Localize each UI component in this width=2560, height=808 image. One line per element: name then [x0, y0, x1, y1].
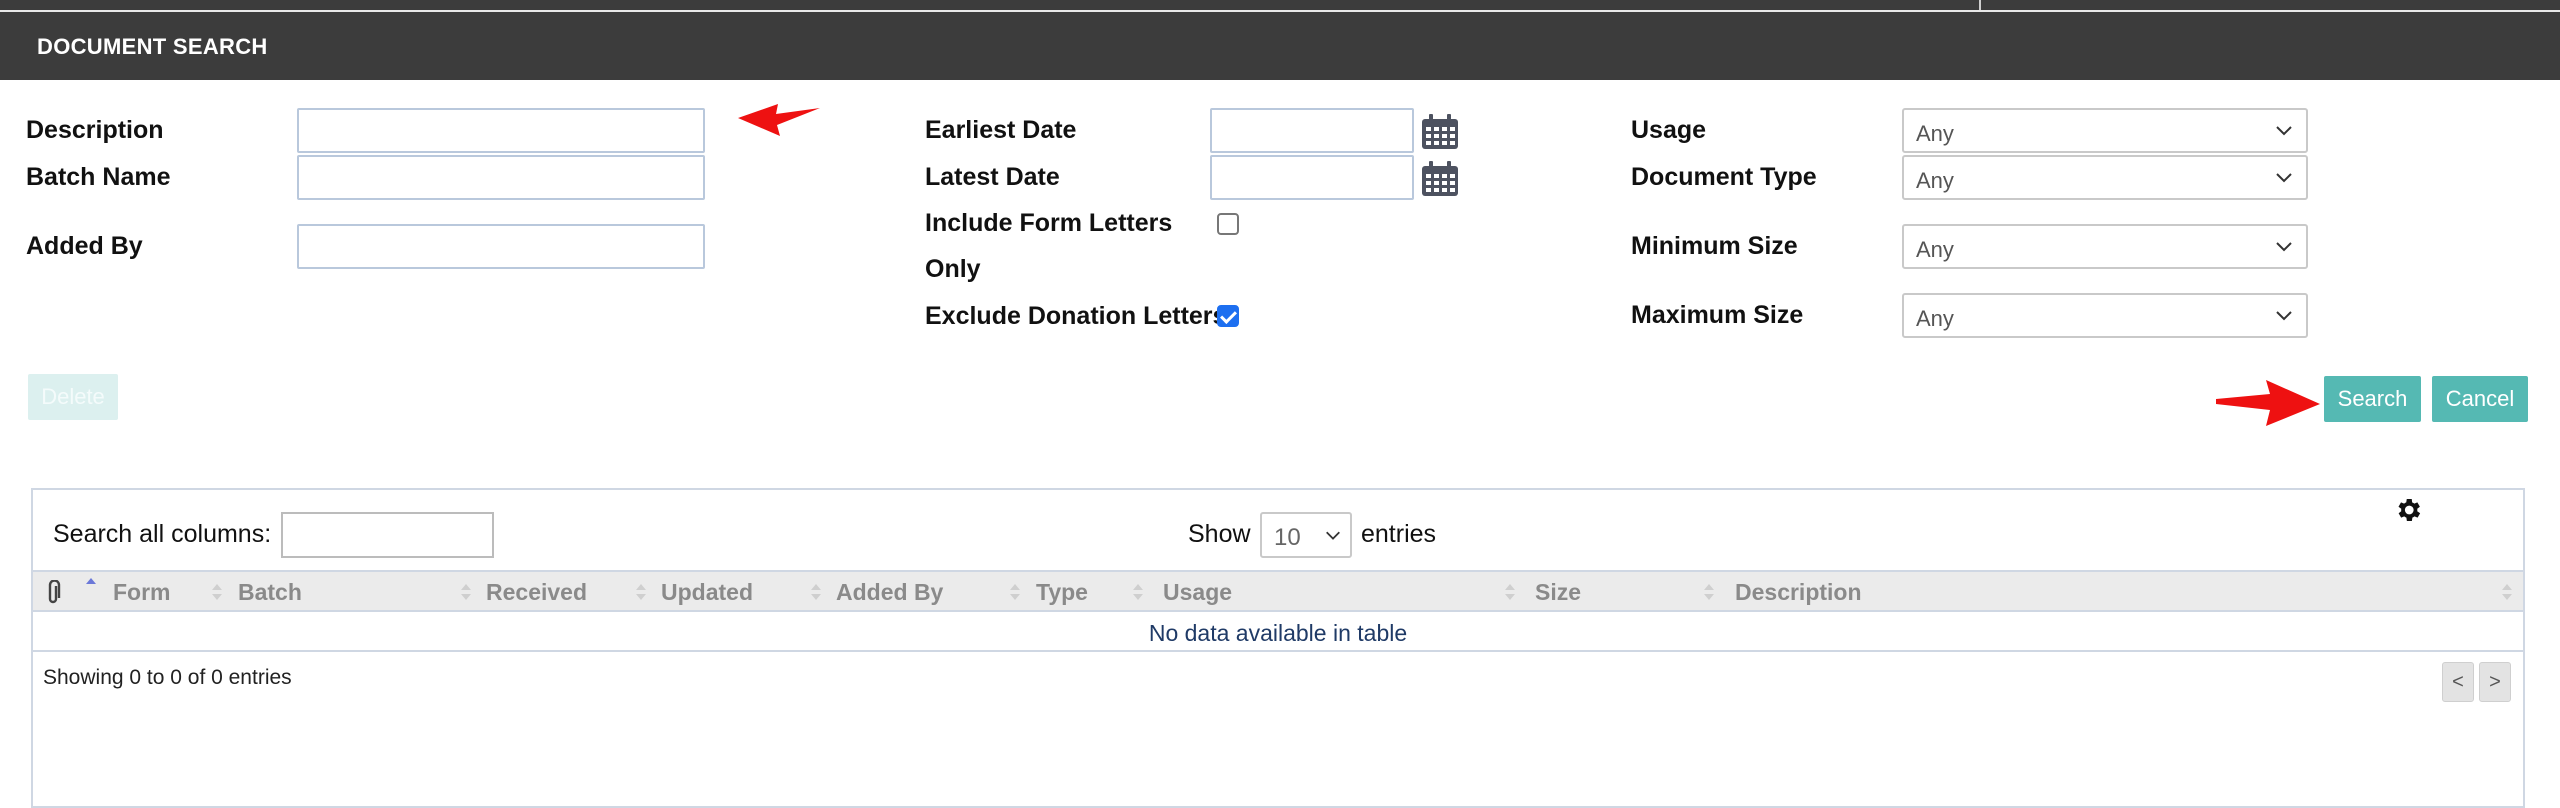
batch-name-label: Batch Name: [26, 163, 171, 191]
sort-icon[interactable]: [810, 581, 822, 603]
paperclip-icon: [48, 580, 61, 604]
table-info: Showing 0 to 0 of 0 entries: [43, 666, 292, 689]
include-form-letters-checkbox[interactable]: [1217, 213, 1239, 235]
description-label: Description: [26, 116, 164, 144]
description-input[interactable]: [297, 108, 705, 153]
sort-icon[interactable]: [1009, 581, 1021, 603]
minimum-size-select-value: Any: [1916, 237, 1954, 262]
next-page-button[interactable]: >: [2479, 662, 2511, 702]
exclude-donation-letters-checkbox[interactable]: [1217, 305, 1239, 327]
chevron-down-icon: [2276, 173, 2292, 183]
added-by-label: Added By: [26, 232, 143, 260]
chevron-down-icon: [1326, 531, 1340, 540]
red-arrow-icon: [738, 104, 820, 136]
calendar-icon[interactable]: [1421, 114, 1459, 150]
batch-name-input[interactable]: [297, 155, 705, 200]
sort-icon[interactable]: [635, 581, 647, 603]
column-header-size[interactable]: Size: [1535, 579, 1581, 606]
column-header-updated[interactable]: Updated: [661, 579, 753, 606]
minimum-size-select[interactable]: Any: [1902, 224, 2308, 269]
maximum-size-select-value: Any: [1916, 306, 1954, 331]
previous-page-button[interactable]: <: [2442, 662, 2474, 702]
maximum-size-label: Maximum Size: [1631, 301, 1804, 329]
sort-icon[interactable]: [211, 581, 223, 603]
column-header-received[interactable]: Received: [486, 579, 587, 606]
usage-select[interactable]: Any: [1902, 108, 2308, 153]
latest-date-input[interactable]: [1210, 155, 1414, 200]
chevron-down-icon: [2276, 311, 2292, 321]
sort-icon[interactable]: [1703, 581, 1715, 603]
entries-label: entries: [1361, 520, 1437, 548]
results-table-panel: Search all columns: Show 10 entries Form…: [31, 488, 2525, 808]
column-header-form[interactable]: Form: [113, 579, 171, 606]
sort-icon[interactable]: [460, 581, 472, 603]
top-strip: [0, 0, 2560, 12]
earliest-date-label: Earliest Date: [925, 116, 1077, 144]
gear-icon[interactable]: [2393, 495, 2423, 525]
added-by-input[interactable]: [297, 224, 705, 269]
page-header: DOCUMENT SEARCH: [0, 12, 2560, 80]
column-header-description[interactable]: Description: [1735, 579, 1862, 606]
sort-icon[interactable]: [2501, 581, 2513, 603]
include-form-letters-label: Include Form Letters: [925, 209, 1173, 237]
show-entries-label: Show: [1188, 520, 1251, 548]
sort-asc-icon[interactable]: [85, 576, 97, 598]
show-entries-value: 10: [1274, 524, 1301, 551]
sort-icon[interactable]: [1504, 581, 1516, 603]
search-button[interactable]: Search: [2324, 376, 2421, 422]
empty-table-message: No data available in table: [33, 614, 2523, 652]
show-entries-select[interactable]: 10: [1260, 512, 1352, 558]
chevron-down-icon: [2276, 242, 2292, 252]
usage-select-value: Any: [1916, 121, 1954, 146]
table-header: Form Batch Received Updated Added By Typ…: [33, 570, 2523, 612]
column-header-batch[interactable]: Batch: [238, 579, 302, 606]
column-header-usage[interactable]: Usage: [1163, 579, 1232, 606]
earliest-date-input[interactable]: [1210, 108, 1414, 153]
delete-button[interactable]: Delete: [28, 374, 118, 420]
chevron-down-icon: [2276, 126, 2292, 136]
red-arrow-icon: [2216, 380, 2320, 426]
search-all-columns-input[interactable]: [281, 512, 494, 558]
maximum-size-select[interactable]: Any: [1902, 293, 2308, 338]
minimum-size-label: Minimum Size: [1631, 232, 1798, 260]
exclude-donation-letters-label: Exclude Donation Letters: [925, 302, 1227, 330]
column-header-added-by[interactable]: Added By: [836, 579, 943, 606]
sort-icon[interactable]: [1132, 581, 1144, 603]
document-type-label: Document Type: [1631, 163, 1817, 191]
top-strip-separator: [1979, 0, 1981, 10]
document-type-select[interactable]: Any: [1902, 155, 2308, 200]
search-all-columns-label: Search all columns:: [53, 520, 272, 548]
calendar-icon[interactable]: [1421, 161, 1459, 197]
usage-label: Usage: [1631, 116, 1707, 144]
cancel-button[interactable]: Cancel: [2432, 376, 2528, 422]
page-title: DOCUMENT SEARCH: [37, 34, 268, 59]
latest-date-label: Latest Date: [925, 163, 1060, 191]
include-form-letters-label-cont: Only: [925, 255, 981, 283]
column-header-type[interactable]: Type: [1036, 579, 1088, 606]
document-type-select-value: Any: [1916, 168, 1954, 193]
